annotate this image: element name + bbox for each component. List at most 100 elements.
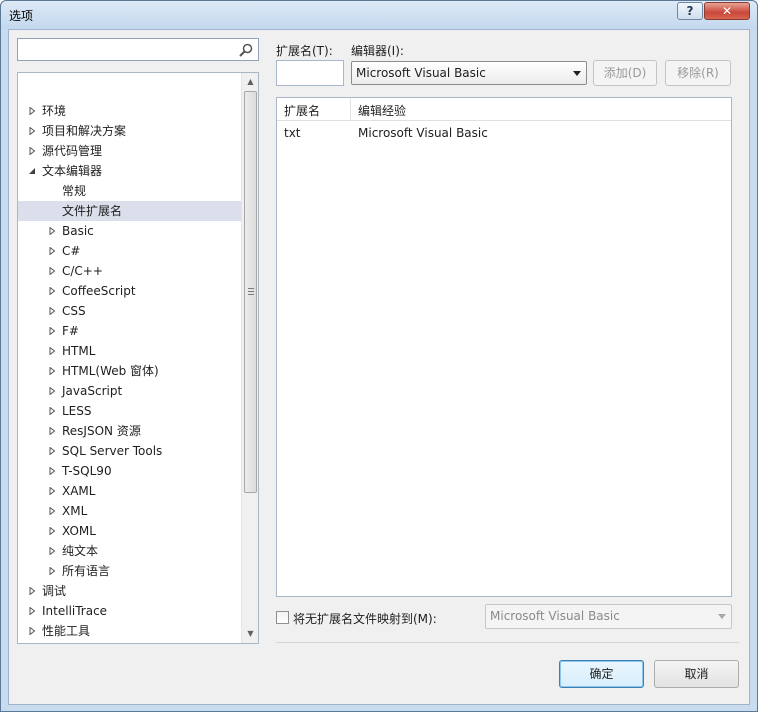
tree-item-label: F# 工具 — [42, 641, 87, 643]
collapsed-arrow-icon[interactable] — [48, 287, 56, 295]
tree-item[interactable]: 文件扩展名 — [18, 201, 241, 221]
column-divider[interactable] — [350, 98, 351, 121]
tree-item[interactable]: T-SQL90 — [18, 461, 241, 481]
collapsed-arrow-icon[interactable] — [48, 427, 56, 435]
map-no-extension-checkbox[interactable] — [276, 611, 289, 624]
tree-item-label: C/C++ — [62, 264, 103, 278]
tree-item[interactable]: F# 工具 — [18, 641, 241, 643]
map-no-extension-select[interactable]: Microsoft Visual Basic — [485, 604, 732, 629]
collapsed-arrow-icon[interactable] — [48, 447, 56, 455]
collapsed-arrow-icon[interactable] — [28, 107, 36, 115]
collapsed-arrow-icon[interactable] — [48, 307, 56, 315]
map-no-extension-label[interactable]: 将无扩展名文件映射到(M): — [293, 610, 437, 627]
tree-item[interactable]: 调试 — [18, 581, 241, 601]
tree-item[interactable]: LESS — [18, 401, 241, 421]
close-button[interactable]: ✕ — [704, 2, 750, 20]
tree-item[interactable]: XOML — [18, 521, 241, 541]
collapsed-arrow-icon[interactable] — [28, 127, 36, 135]
search-box[interactable] — [17, 38, 259, 61]
tree-item[interactable]: CoffeeScript — [18, 281, 241, 301]
tree-item-label: 环境 — [42, 104, 67, 118]
tree-item[interactable]: 纯文本 — [18, 541, 241, 561]
scroll-down-icon[interactable]: ▼ — [242, 625, 258, 642]
ok-button[interactable]: 确定 — [559, 660, 644, 688]
search-input[interactable] — [20, 40, 235, 59]
scroll-thumb[interactable] — [244, 91, 257, 493]
collapsed-arrow-icon[interactable] — [48, 327, 56, 335]
tree-item-label: XML — [62, 504, 88, 518]
collapsed-arrow-icon[interactable] — [48, 367, 56, 375]
expanded-arrow-icon[interactable] — [28, 167, 36, 175]
collapsed-arrow-icon[interactable] — [48, 227, 56, 235]
collapsed-arrow-icon[interactable] — [48, 387, 56, 395]
collapsed-arrow-icon[interactable] — [48, 507, 56, 515]
column-header-extension[interactable]: 扩展名 — [284, 102, 320, 119]
tree-item[interactable]: ResJSON 资源 — [18, 421, 241, 441]
collapsed-arrow-icon[interactable] — [48, 407, 56, 415]
options-tree[interactable]: 环境项目和解决方案 源代码管理文本编辑器常规文件扩展名 Basic C# C/C++ Co… — [17, 72, 259, 644]
collapsed-arrow-icon[interactable] — [48, 267, 56, 275]
tree-item[interactable]: C# — [18, 241, 241, 261]
tree-item-label: 文件扩展名 — [62, 204, 123, 218]
grid-cell-editor[interactable]: Microsoft Visual Basic — [358, 126, 488, 140]
tree-item[interactable]: CSS — [18, 301, 241, 321]
grid-header: 扩展名 编辑经验 — [277, 98, 731, 121]
tree-item[interactable]: JavaScript — [18, 381, 241, 401]
collapsed-arrow-icon[interactable] — [28, 147, 36, 155]
tree-item[interactable]: XAML — [18, 481, 241, 501]
cancel-button[interactable]: 取消 — [654, 660, 739, 688]
tree-item-label: IntelliTrace — [42, 604, 108, 618]
tree-item[interactable]: Basic — [18, 221, 241, 241]
collapsed-arrow-icon[interactable] — [48, 567, 56, 575]
tree-scrollbar[interactable]: ▲ ▼ — [241, 73, 258, 643]
tree-item[interactable]: IntelliTrace — [18, 601, 241, 621]
tree-item[interactable]: SQL Server Tools — [18, 441, 241, 461]
collapsed-arrow-icon[interactable] — [48, 547, 56, 555]
divider — [276, 642, 739, 643]
tree-item-label: 常规 — [62, 184, 87, 198]
collapsed-arrow-icon[interactable] — [28, 627, 36, 635]
collapsed-arrow-icon[interactable] — [48, 487, 56, 495]
tree-item-label: HTML(Web 窗体) — [62, 364, 159, 378]
extension-input[interactable] — [276, 60, 344, 86]
tree-item[interactable]: HTML(Web 窗体) — [18, 361, 241, 381]
title-bar[interactable]: 选项 ? ✕ — [1, 1, 757, 29]
collapsed-arrow-icon[interactable] — [28, 607, 36, 615]
collapsed-arrow-icon[interactable] — [48, 527, 56, 535]
remove-button[interactable]: 移除(R) — [665, 60, 731, 86]
tree-item[interactable]: F# — [18, 321, 241, 341]
tree-item[interactable]: 项目和解决方案 — [18, 121, 241, 141]
tree-item[interactable]: C/C++ — [18, 261, 241, 281]
tree-item-label: 纯文本 — [62, 544, 99, 558]
collapsed-arrow-icon[interactable] — [48, 347, 56, 355]
collapsed-arrow-icon[interactable] — [48, 467, 56, 475]
column-header-editor[interactable]: 编辑经验 — [358, 102, 406, 119]
grid-cell-extension[interactable]: txt — [284, 126, 301, 140]
tree-item-label: XAML — [62, 484, 96, 498]
editor-select[interactable]: Microsoft Visual Basic — [351, 61, 587, 85]
extension-grid[interactable]: 扩展名 编辑经验 txt Microsoft Visual Basic — [276, 97, 732, 597]
tree-item[interactable]: 常规 — [18, 181, 241, 201]
tree-item-label: 调试 — [42, 584, 67, 598]
tree-item[interactable]: 所有语言 — [18, 561, 241, 581]
editor-label: 编辑器(I): — [351, 44, 404, 58]
tree-item[interactable]: XML — [18, 501, 241, 521]
tree-item[interactable]: 环境 — [18, 101, 241, 121]
help-button[interactable]: ? — [677, 2, 703, 20]
tree-item-label: Basic — [62, 224, 94, 238]
collapsed-arrow-icon[interactable] — [28, 587, 36, 595]
window-title: 选项 — [9, 9, 34, 23]
tree-item[interactable]: 源代码管理 — [18, 141, 241, 161]
tree-item-label: 所有语言 — [62, 564, 111, 578]
collapsed-arrow-icon[interactable] — [48, 247, 56, 255]
tree-item[interactable]: 文本编辑器 — [18, 161, 241, 181]
tree-item[interactable]: 性能工具 — [18, 621, 241, 641]
scroll-up-icon[interactable]: ▲ — [242, 73, 258, 90]
tree-item-label: F# — [62, 324, 79, 338]
tree-item-label: JavaScript — [62, 384, 123, 398]
tree-item-label: 文本编辑器 — [42, 164, 103, 178]
search-icon[interactable] — [238, 42, 254, 58]
add-button[interactable]: 添加(D) — [593, 60, 657, 86]
tree-item[interactable]: HTML — [18, 341, 241, 361]
chevron-down-icon — [718, 614, 726, 619]
